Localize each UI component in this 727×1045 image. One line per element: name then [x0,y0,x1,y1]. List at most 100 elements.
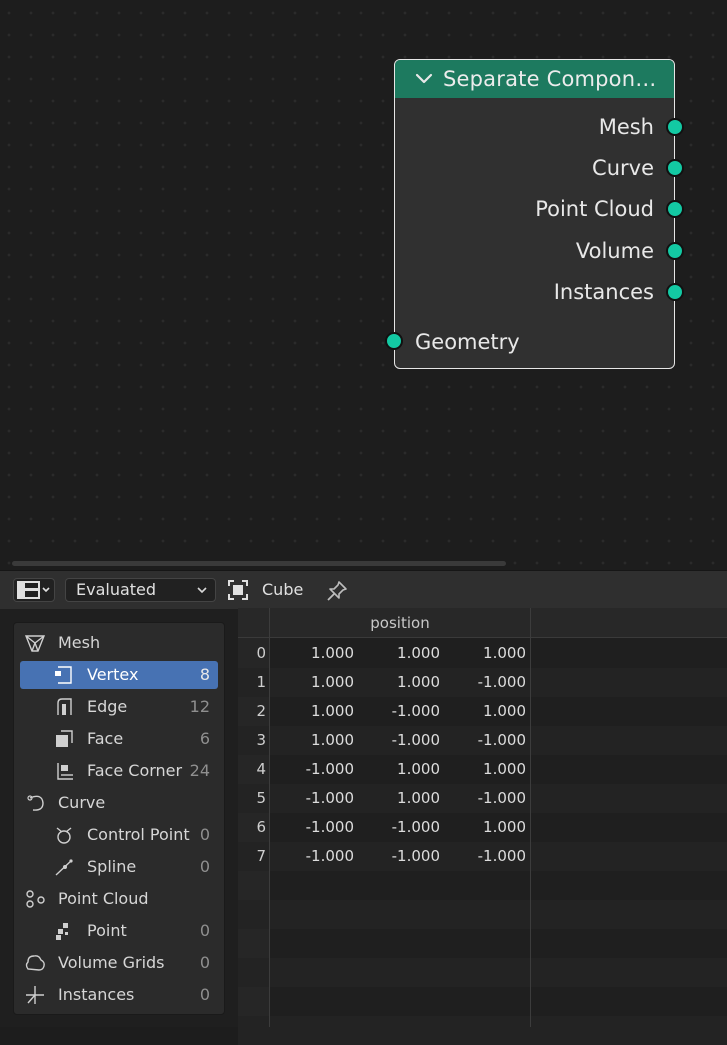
separate-components-node[interactable]: Separate Compon… Mesh Curve Point Cloud … [385,59,684,369]
tree-item-count: 0 [199,985,210,1004]
tree-item-edge[interactable]: Edge 12 [20,693,218,721]
row-index: 5 [256,789,266,807]
position-x-cell: 1.000 [311,702,354,720]
horizontal-scrollbar[interactable] [12,561,506,566]
input-socket-geometry[interactable] [385,332,403,350]
mesh-icon [24,635,46,652]
column-divider[interactable] [530,608,531,1027]
tree-item-label: Face Corner [87,761,183,780]
tree-item-curve[interactable]: Curve [20,789,218,817]
vertex-icon [55,666,72,684]
point-icon [56,923,68,940]
position-y-cell: 1.000 [397,760,440,778]
tree-item-label: Vertex [87,665,139,684]
tree-item-point-cloud[interactable]: Point Cloud [20,885,218,913]
tree-item-count: 8 [199,665,210,684]
output-socket-mesh[interactable] [666,118,684,136]
empty-table-row [238,958,727,987]
empty-table-row [238,900,727,929]
tree-item-label: Edge [87,697,128,716]
node-header[interactable]: Separate Compon… [395,60,674,98]
table-row: 2 1.000 -1.000 1.000 [238,697,727,726]
position-x-cell: 1.000 [311,731,354,749]
point-cloud-icon [26,890,45,908]
output-label: Point Cloud [535,197,654,221]
tree-item-volume-grids[interactable]: Volume Grids 0 [20,949,218,977]
tree-item-label: Volume Grids [58,953,165,972]
evaluation-mode-value: Evaluated [76,580,157,599]
row-index: 2 [256,702,266,720]
tree-item-count: 0 [199,953,210,972]
output-label: Instances [553,280,654,304]
editor-type-button[interactable] [13,578,55,602]
tree-item-spline[interactable]: Spline 0 [20,853,218,881]
tree-item-control-point[interactable]: Control Point 0 [20,821,218,849]
output-socket-instances[interactable] [666,283,684,301]
position-x-cell: -1.000 [305,789,354,807]
row-index: 6 [256,818,266,836]
tree-item-count: 0 [199,825,210,844]
tree-item-instances[interactable]: Instances 0 [20,981,218,1009]
tree-item-vertex[interactable]: Vertex 8 [20,661,218,689]
tree-item-mesh[interactable]: Mesh [20,629,218,657]
object-icon [228,580,248,600]
position-y-cell: 1.000 [397,673,440,691]
row-index: 0 [256,644,266,662]
tree-item-label: Point Cloud [58,889,149,908]
output-label: Mesh [598,115,654,139]
node-title: Separate Compon… [443,67,657,91]
table-row: 7 -1.000 -1.000 -1.000 [238,842,727,871]
output-label: Curve [592,156,654,180]
instances-icon [26,986,44,1004]
spreadsheet-table[interactable]: 0 1.000 1.000 1.000 1 1.000 1.000 -1.000 2 1.000 -… [238,608,727,1045]
tree-item-label: Face [87,729,124,748]
output-volume: Volume [576,236,654,266]
output-curve: Curve [592,153,654,183]
evaluation-mode-select[interactable]: Evaluated [65,578,216,602]
tree-item-count: 0 [199,857,210,876]
node-editor-canvas[interactable]: Separate Compon… Mesh Curve Point Cloud … [0,0,727,570]
tree-item-count: 0 [199,921,210,940]
empty-table-row [238,1016,727,1045]
pin-icon[interactable] [325,579,349,603]
table-row: 0 1.000 1.000 1.000 [238,639,727,668]
column-divider [269,608,270,1027]
position-z-cell: 1.000 [483,702,526,720]
tree-item-point[interactable]: Point 0 [20,917,218,945]
position-y-cell: -1.000 [391,847,440,865]
output-socket-volume[interactable] [666,242,684,260]
collapse-chevron-icon[interactable] [415,70,433,88]
tree-item-label: Point [87,921,127,940]
position-z-cell: 1.000 [483,644,526,662]
input-geometry: Geometry [415,327,520,357]
edge-icon [57,698,72,715]
position-x-cell: -1.000 [305,818,354,836]
tree-item-label: Mesh [58,633,101,652]
chevron-down-icon [197,587,207,594]
input-label: Geometry [415,330,520,354]
spreadsheet-header: Evaluated Cube [0,571,727,609]
output-point-cloud: Point Cloud [535,194,654,224]
column-header-position[interactable]: position [270,608,530,638]
position-y-cell: -1.000 [391,731,440,749]
tree-item-label: Instances [58,985,135,1004]
tree-item-label: Curve [58,793,106,812]
position-z-cell: -1.000 [477,847,526,865]
tree-item-face[interactable]: Face 6 [20,725,218,753]
row-index: 1 [256,673,266,691]
spreadsheet-icon [17,581,50,599]
position-x-cell: -1.000 [305,847,354,865]
control-point-icon [56,827,72,844]
tree-item-face-corner[interactable]: Face Corner 24 [20,757,218,785]
empty-table-row [238,929,727,958]
position-z-cell: 1.000 [483,760,526,778]
output-socket-curve[interactable] [666,159,684,177]
output-label: Volume [575,239,654,263]
table-row: 5 -1.000 1.000 -1.000 [238,784,727,813]
position-z-cell: 1.000 [483,818,526,836]
position-x-cell: 1.000 [311,673,354,691]
output-socket-point-cloud[interactable] [666,200,684,218]
position-z-cell: -1.000 [477,731,526,749]
spreadsheet-editor: Evaluated Cube Mesh Vertex 8 Edge 12 Fac… [0,570,727,1045]
tree-item-count: 6 [199,729,210,748]
